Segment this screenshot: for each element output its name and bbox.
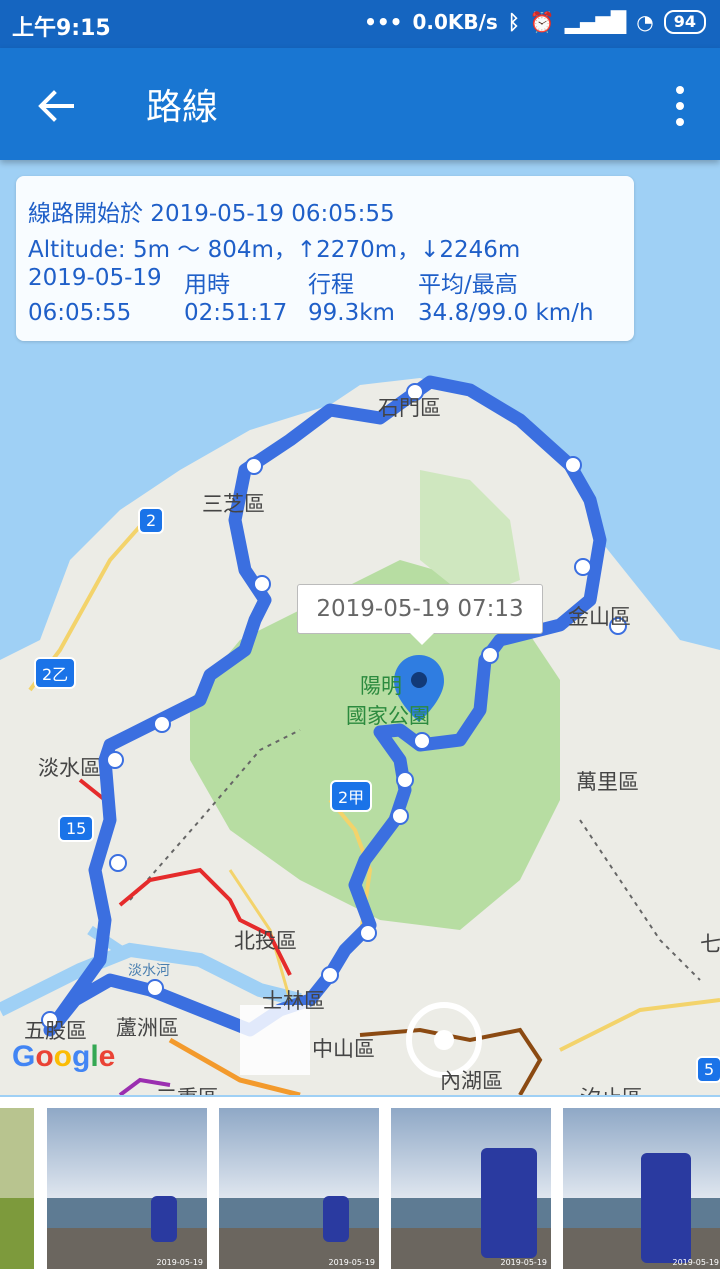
road-badge-2jia: 2甲 xyxy=(330,780,373,812)
photo-watermark: 2019-05-19 xyxy=(500,1258,548,1267)
map-label-zhongshan: 中山區 xyxy=(312,1037,375,1061)
google-logo: Google xyxy=(12,1040,116,1073)
route-info-panel: 線路開始於 2019-05-19 06:05:55 Altitude: 5m ～… xyxy=(16,176,634,341)
photo-thumbnail[interactable] xyxy=(0,1108,34,1269)
photo-thumbnail[interactable]: 2019-05-19 xyxy=(47,1108,207,1269)
speed-value: 34.8/99.0 km/h xyxy=(418,300,594,326)
more-vertical-icon[interactable] xyxy=(670,84,690,128)
map-label-tamsui: 淡水區 xyxy=(38,756,101,780)
road-badge-5: 5 xyxy=(696,1056,720,1083)
page-title: 路線 xyxy=(146,87,219,128)
route-start-time: 06:05:55 xyxy=(28,300,132,326)
arrow-left-icon[interactable] xyxy=(36,86,76,126)
photo-watermark: 2019-05-19 xyxy=(328,1258,376,1267)
bluetooth-icon: ᛒ xyxy=(507,10,520,34)
map-label-shimen: 石門區 xyxy=(378,396,441,420)
status-bar: 上午9:15 ••• 0.0KB/s ᛒ ⏰ ▂▄▆█ ◔ 94 xyxy=(0,0,720,48)
alarm-icon: ⏰ xyxy=(529,10,555,34)
signal-icon: ▂▄▆█ xyxy=(564,10,627,34)
route-start-line: 線路開始於 2019-05-19 06:05:55 xyxy=(28,201,395,227)
route-date: 2019-05-19 xyxy=(28,265,162,291)
map-label-jinshan: 金山區 xyxy=(568,605,631,629)
road-badge-15: 15 xyxy=(58,815,95,842)
status-time: 上午9:15 xyxy=(12,16,111,41)
map-label-qi: 七 xyxy=(700,932,720,956)
my-location-left-icon xyxy=(240,1005,310,1075)
wifi-icon: ◔ xyxy=(636,10,654,34)
battery-icon: 94 xyxy=(663,10,706,34)
distance-value: 99.3km xyxy=(308,300,395,326)
photo-strip[interactable]: 2019-05-19 2019-05-19 2019-05-19 2019-05… xyxy=(0,1097,720,1280)
map-label-beitou: 北投區 xyxy=(234,929,297,953)
map-label-xizhi: 汐止區 xyxy=(580,1082,643,1095)
map-label-neihu: 內湖區 xyxy=(440,1069,503,1093)
map-label-sanzhi: 三芝區 xyxy=(202,492,265,516)
photo-watermark: 2019-05-19 xyxy=(672,1258,720,1267)
map-label-luzhou: 蘆洲區 xyxy=(116,1016,179,1040)
road-badge-2: 2 xyxy=(138,507,165,534)
network-speed: 0.0KB/s xyxy=(412,10,498,34)
more-dots-icon: ••• xyxy=(364,10,403,34)
photo-watermark: 2019-05-19 xyxy=(156,1258,204,1267)
map-label-wanli: 萬里區 xyxy=(576,770,639,794)
map-tooltip: 2019-05-19 07:13 xyxy=(297,584,543,645)
map-label-shilin: 士林區 xyxy=(262,989,325,1013)
altitude-line: Altitude: 5m ～ 804m，↑2270m，↓2246m xyxy=(28,237,521,263)
duration-value: 02:51:17 xyxy=(184,300,288,326)
map-label-river: 淡水河 xyxy=(128,963,170,979)
map-label-sanchong: 三重區 xyxy=(156,1082,219,1095)
photo-thumbnail[interactable]: 2019-05-19 xyxy=(563,1108,720,1269)
road-badge-2yi: 2乙 xyxy=(34,657,77,689)
map-label-yangming-2: 國家公園 xyxy=(346,704,430,728)
duration-label: 用時 xyxy=(184,272,230,298)
app-bar: 路線 xyxy=(0,48,720,160)
speed-label: 平均/最高 xyxy=(418,272,518,298)
status-icons: ••• 0.0KB/s ᛒ ⏰ ▂▄▆█ ◔ 94 xyxy=(364,10,706,34)
distance-label: 行程 xyxy=(308,272,354,298)
photo-thumbnail[interactable]: 2019-05-19 xyxy=(391,1108,551,1269)
map-label-yangming-1: 陽明 xyxy=(360,674,402,698)
photo-thumbnail[interactable]: 2019-05-19 xyxy=(219,1108,379,1269)
